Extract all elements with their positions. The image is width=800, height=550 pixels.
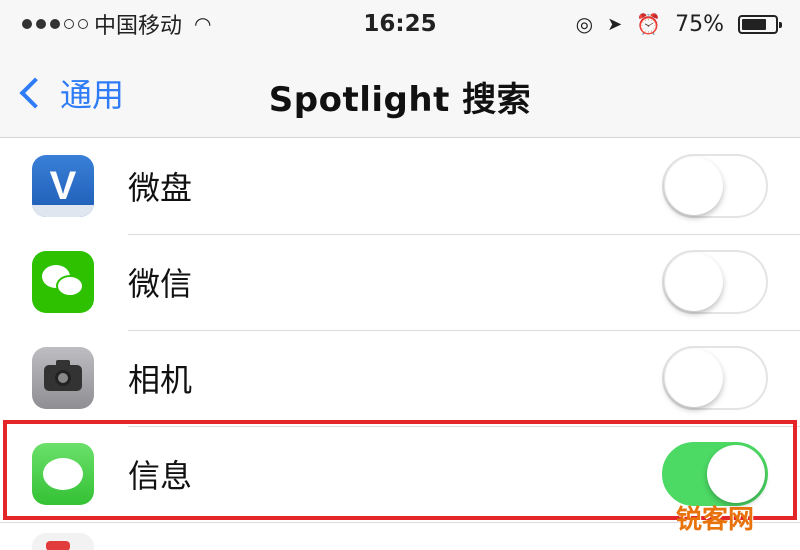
watermark-logo: 锐客网: [675, 505, 754, 535]
messages-icon: [32, 443, 94, 505]
list-item-camera: 相机: [0, 330, 800, 426]
status-left: 中国移动 ◠: [22, 8, 322, 40]
toggle-weipan[interactable]: [662, 154, 768, 218]
wechat-icon: [32, 251, 94, 313]
status-time: 16:25: [363, 11, 437, 37]
toggle-knob: [665, 157, 723, 215]
toggle-knob: [665, 253, 723, 311]
weipan-icon: V: [32, 155, 94, 217]
navigation-bar: Spotlight 搜索 通用: [0, 48, 800, 138]
app-label: 信息: [128, 457, 193, 495]
battery-icon: [738, 14, 782, 34]
app-icon: [32, 533, 94, 550]
app-label: 微盘: [128, 169, 193, 207]
wifi-icon: ◠: [194, 12, 212, 36]
battery-fill: [742, 18, 766, 30]
spotlight-app-list: V 微盘 微信 相机 信息: [0, 138, 800, 522]
status-bar: 中国移动 ◠ 16:25 ◎ ➤ ⏰ 75%: [0, 0, 800, 48]
toggle-knob: [707, 445, 765, 503]
camera-icon: [32, 347, 94, 409]
list-item-weipan: V 微盘: [0, 138, 800, 234]
toggle-knob: [665, 349, 723, 407]
app-label: 微信: [128, 265, 193, 303]
battery-percent: 75%: [675, 11, 724, 37]
signal-strength-icon: [22, 19, 88, 29]
chevron-left-icon: [19, 77, 51, 109]
back-button[interactable]: 通用: [16, 70, 124, 116]
location-icon: ➤: [607, 13, 623, 35]
app-label: 相机: [128, 361, 193, 399]
carrier-name: 中国移动: [94, 14, 183, 39]
back-label: 通用: [60, 76, 125, 114]
orientation-lock-icon: ◎: [575, 12, 594, 36]
status-right: ◎ ➤ ⏰ 75%: [478, 11, 782, 37]
alarm-icon: ⏰: [636, 12, 662, 36]
toggle-wechat[interactable]: [662, 250, 768, 314]
toggle-messages[interactable]: [662, 442, 768, 506]
toggle-camera[interactable]: [662, 346, 768, 410]
list-item-wechat: 微信: [0, 234, 800, 330]
